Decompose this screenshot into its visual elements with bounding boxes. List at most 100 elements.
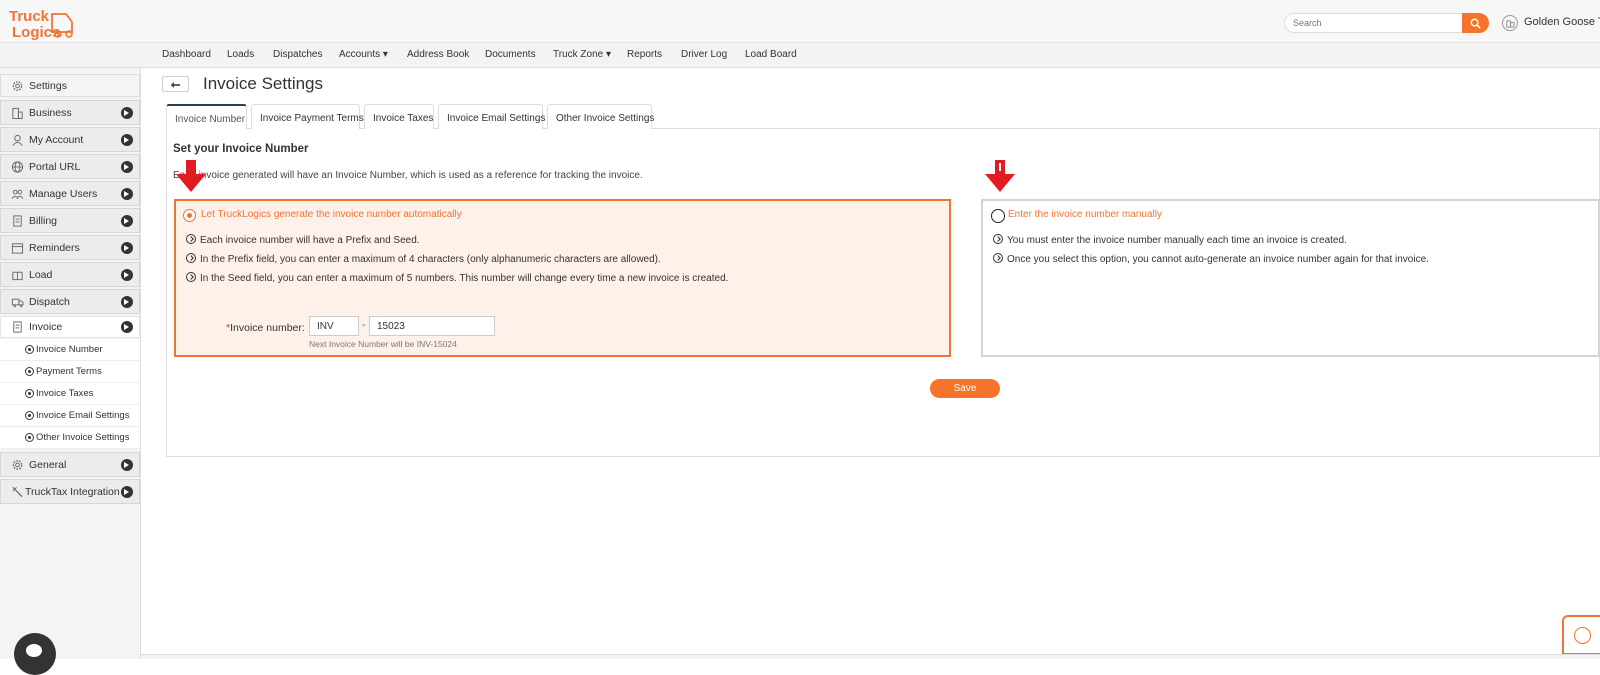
sidebar-header-settings[interactable]: Settings [0,74,140,97]
chevron-right-icon [121,485,133,498]
auto-bullet: Each invoice number will have a Prefix a… [186,234,420,246]
invoice-icon [13,321,22,333]
chevron-circle-icon [25,367,34,376]
sidebar-item-label: General [29,458,67,471]
sidebar-item-manage-users[interactable]: Manage Users [0,181,140,206]
tab-invoice-payment-terms[interactable]: Invoice Payment Terms [251,104,364,129]
chevron-right-icon [121,187,133,200]
calendar-icon [11,242,24,254]
sidebar-header-label: Settings [29,79,67,92]
auto-bullet: In the Seed field, you can enter a maxim… [186,272,728,284]
chevron-right-icon [121,241,133,254]
nav-dashboard[interactable]: Dashboard [162,49,211,60]
manual-option-radio[interactable] [991,209,1005,223]
nav-loads[interactable]: Loads [227,49,254,60]
manual-invoice-option-box[interactable] [981,199,1600,357]
auto-bullet-text: Each invoice number will have a Prefix a… [200,235,420,246]
top-bar: Truck Logics Golden Goose Tr [0,0,1600,43]
sidebar-item-label: Billing [29,214,58,227]
sidebar-sub-label: Payment Terms [36,366,102,377]
search-input[interactable] [1284,13,1464,33]
sidebar-sub-payment-terms[interactable]: Payment Terms [0,361,140,383]
page-title: Invoice Settings [203,74,324,93]
sidebar-item-load[interactable]: Load [0,262,140,287]
sidebar-item-trucktax-integration[interactable]: TruckTax Integration [0,479,140,504]
sidebar-item-label: Reminders [29,241,80,254]
nav-load-board[interactable]: Load Board [745,49,797,60]
sidebar-sub-other-invoice-settings[interactable]: Other Invoice Settings [0,427,140,449]
sidebar-item-business[interactable]: Business [0,100,140,125]
nav-driver-log[interactable]: Driver Log [681,49,727,60]
manual-option-label[interactable]: Enter the invoice number manually [1008,209,1162,220]
sidebar-item-portal-url[interactable]: Portal URL [0,154,140,179]
gear-icon [12,459,23,470]
logo-line2: Logics [12,24,60,40]
sidebar-item-label: Business [29,106,72,119]
auto-bullet-text: In the Prefix field, you can enter a max… [200,254,661,265]
chevron-right-icon [121,106,133,119]
section-description: Each invoice generated will have an Invo… [173,170,643,181]
chevron-circle-icon [25,345,34,354]
search-button[interactable] [1462,13,1489,33]
building-icon [12,107,23,119]
sidebar-item-reminders[interactable]: Reminders [0,235,140,260]
sidebar-item-invoice[interactable]: Invoice [0,316,140,338]
sidebar-item-general[interactable]: General [0,452,140,477]
company-name[interactable]: Golden Goose Tr [1524,16,1600,28]
users-icon [11,189,24,199]
chevron-circle-icon [993,253,1003,263]
tab-invoice-email-settings[interactable]: Invoice Email Settings [438,104,545,129]
sidebar-item-label: TruckTax Integration [25,485,120,498]
invoice-prefix-input[interactable] [309,316,359,336]
sidebar-item-label: Portal URL [29,160,81,173]
sidebar-sub-label: Invoice Taxes [36,388,94,399]
section-title: Set your Invoice Number [173,143,309,155]
sidebar-item-billing[interactable]: Billing [0,208,140,233]
logo-line1: Truck [9,8,50,25]
sidebar-sub-invoice-email-settings[interactable]: Invoice Email Settings [0,405,140,427]
nav-dispatches[interactable]: Dispatches [273,49,322,60]
tab-other-invoice-settings[interactable]: Other Invoice Settings [547,104,654,129]
back-button[interactable]: ⭠ [162,76,189,92]
chevron-right-icon [121,133,133,146]
invoice-seed-input[interactable] [369,316,495,336]
nav-reports[interactable]: Reports [627,49,662,60]
scroll-top-widget[interactable] [1562,615,1600,655]
chevron-right-icon [121,295,133,308]
sidebar-item-label: Invoice [29,321,63,333]
sidebar-item-dispatch[interactable]: Dispatch [0,289,140,314]
save-button[interactable]: Save [930,379,1000,398]
arrow-left-icon: ⭠ [170,76,181,91]
company-icon[interactable] [1502,15,1518,31]
auto-option-label[interactable]: Let TruckLogics generate the invoice num… [201,209,462,220]
chevron-circle-icon [25,389,34,398]
chevron-right-icon [121,458,133,471]
tab-invoice-taxes[interactable]: Invoice Taxes [364,104,434,129]
nav-accounts[interactable]: Accounts ▾ [339,49,388,60]
annotation-arrow-down-icon [985,160,1015,192]
tab-invoice-number[interactable]: Invoice Number [166,104,247,129]
sidebar-sub-label: Invoice Number [36,344,103,355]
sidebar-sub-invoice-number[interactable]: Invoice Number [0,339,140,361]
chevron-up-icon [1574,627,1591,644]
auto-option-radio[interactable] [183,209,196,222]
sidebar-sub-invoice-taxes[interactable]: Invoice Taxes [0,383,140,405]
nav-address-book[interactable]: Address Book [407,49,469,60]
chevron-circle-icon [186,253,196,263]
receipt-icon [13,214,22,227]
nav-documents[interactable]: Documents [485,49,536,60]
chevron-right-icon [121,160,133,173]
user-icon [12,134,23,146]
sidebar-item-label: Manage Users [29,187,98,200]
manual-bullet: Once you select this option, you cannot … [993,253,1429,265]
sidebar-sub-label: Other Invoice Settings [36,432,130,443]
nav-truck-zone[interactable]: Truck Zone ▾ [553,49,611,60]
chevron-down-icon [121,321,133,333]
prefix-seed-separator: - [362,320,366,331]
sidebar-item-my-account[interactable]: My Account [0,127,140,152]
next-invoice-note: Next Invoice Number will be INV-15024 [309,339,457,349]
bottom-bar [141,654,1600,659]
chat-bubble-icon[interactable] [14,633,56,675]
trucklogics-logo[interactable]: Truck Logics [8,6,82,40]
sidebar-sub-label: Invoice Email Settings [36,410,130,421]
